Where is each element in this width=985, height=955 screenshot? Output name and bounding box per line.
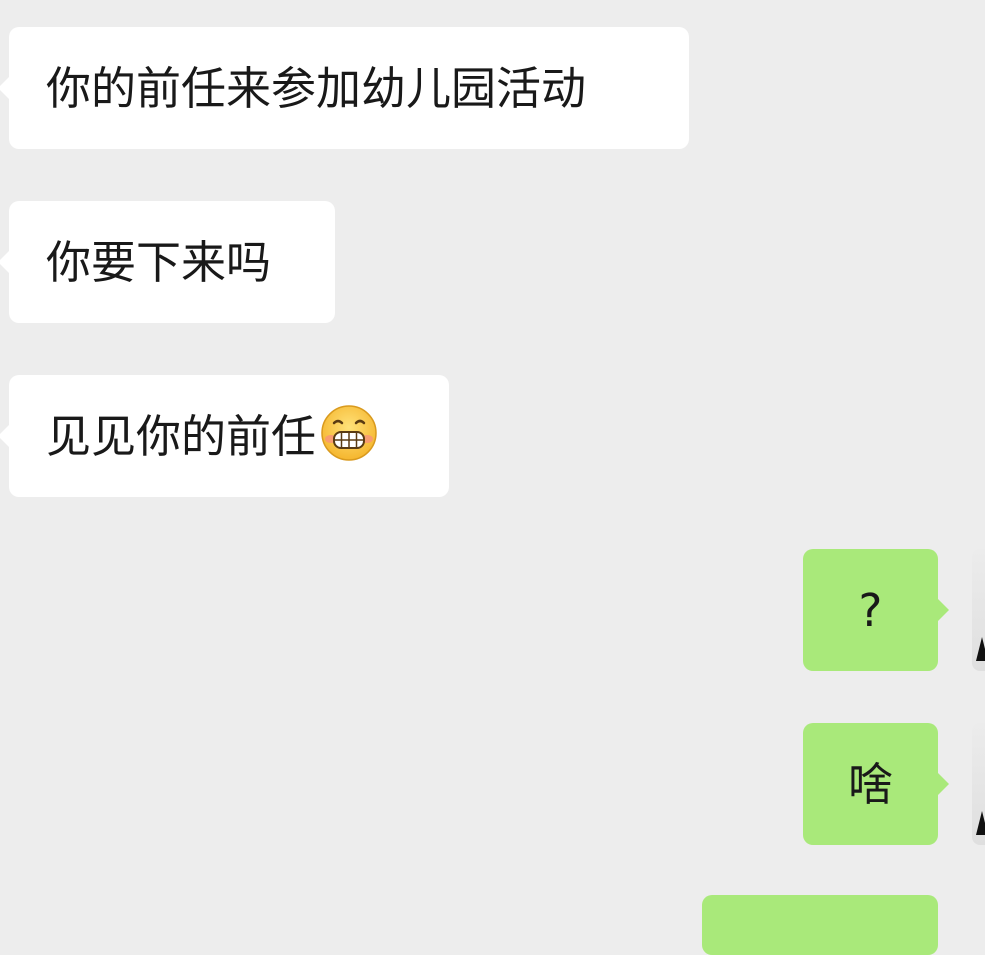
- incoming-message-bubble[interactable]: 你要下来吗: [0, 201, 335, 323]
- message-text: 你要下来吗: [46, 235, 272, 289]
- avatar-image: [976, 637, 985, 661]
- outgoing-message-bubble-partial[interactable]: [702, 895, 938, 955]
- avatar-image: [976, 811, 985, 835]
- incoming-message-bubble[interactable]: 你的前任来参加幼儿园活动: [0, 27, 689, 149]
- avatar[interactable]: [972, 549, 985, 671]
- message-text: 你的前任来参加幼儿园活动: [46, 61, 587, 115]
- incoming-message-bubble[interactable]: 见见你的前任: [0, 375, 449, 497]
- message-text: ?: [858, 583, 883, 637]
- outgoing-message-bubble[interactable]: 啥: [803, 723, 949, 845]
- avatar[interactable]: [972, 723, 985, 845]
- message-text: 见见你的前任: [46, 409, 317, 463]
- grinning-face-emoji-icon: [320, 404, 378, 469]
- outgoing-message-bubble[interactable]: ?: [803, 549, 949, 671]
- message-text: 啥: [847, 757, 893, 811]
